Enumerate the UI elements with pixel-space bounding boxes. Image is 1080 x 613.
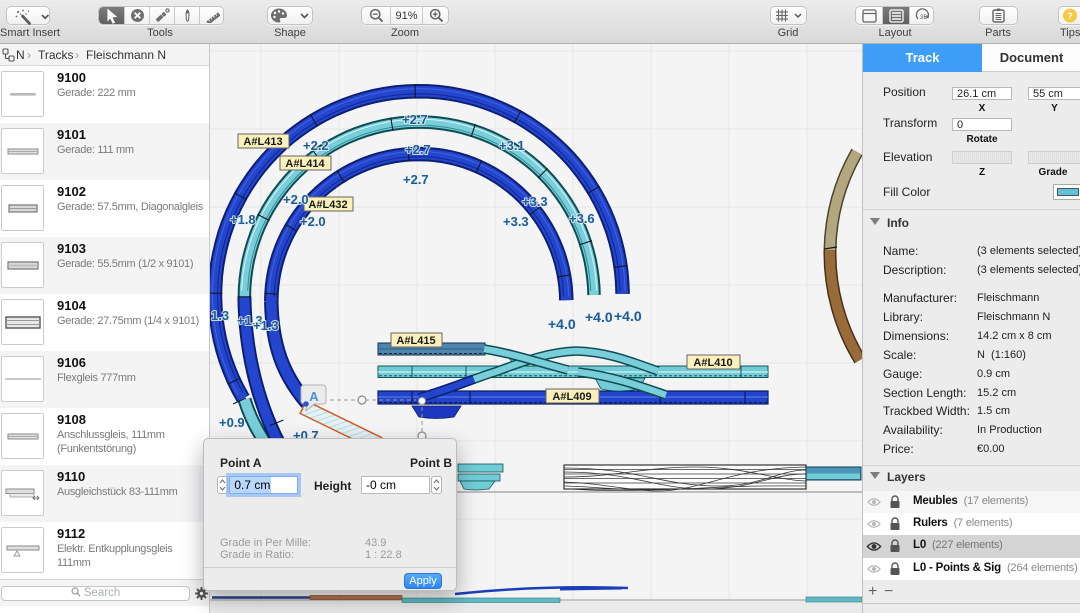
svg-text:A#L410: A#L410: [693, 357, 732, 369]
svg-text:A#L432: A#L432: [308, 199, 347, 211]
svg-text:+1.8: +1.8: [230, 212, 256, 227]
svg-text:+2.0: +2.0: [300, 214, 326, 229]
svg-text:A#L415: A#L415: [396, 335, 435, 347]
svg-text:+2.7: +2.7: [403, 172, 429, 187]
svg-text:A#L413: A#L413: [243, 136, 282, 148]
svg-text:+2.7: +2.7: [405, 142, 431, 157]
svg-text:+2.0: +2.0: [283, 192, 309, 207]
svg-text:+2.7: +2.7: [402, 112, 428, 127]
svg-text:A#L414: A#L414: [285, 158, 325, 170]
svg-text:+3.6: +3.6: [569, 211, 595, 226]
svg-text:A#L409: A#L409: [552, 391, 591, 403]
svg-text:1.3: 1.3: [211, 308, 229, 323]
svg-text:+3.1: +3.1: [499, 138, 525, 153]
svg-text:+4.0: +4.0: [548, 316, 576, 332]
svg-text:+4.0: +4.0: [585, 309, 613, 325]
svg-text:+0.9: +0.9: [219, 415, 245, 430]
svg-text:+3.3: +3.3: [522, 194, 548, 209]
svg-text:+3.3: +3.3: [503, 214, 529, 229]
svg-text:?: ?: [1067, 11, 1073, 21]
svg-text:+4.0: +4.0: [614, 308, 642, 324]
svg-text:+1.3: +1.3: [253, 318, 279, 333]
svg-text:3D: 3D: [920, 15, 928, 21]
svg-text:A: A: [309, 389, 319, 404]
svg-text:+2.2: +2.2: [303, 138, 329, 153]
